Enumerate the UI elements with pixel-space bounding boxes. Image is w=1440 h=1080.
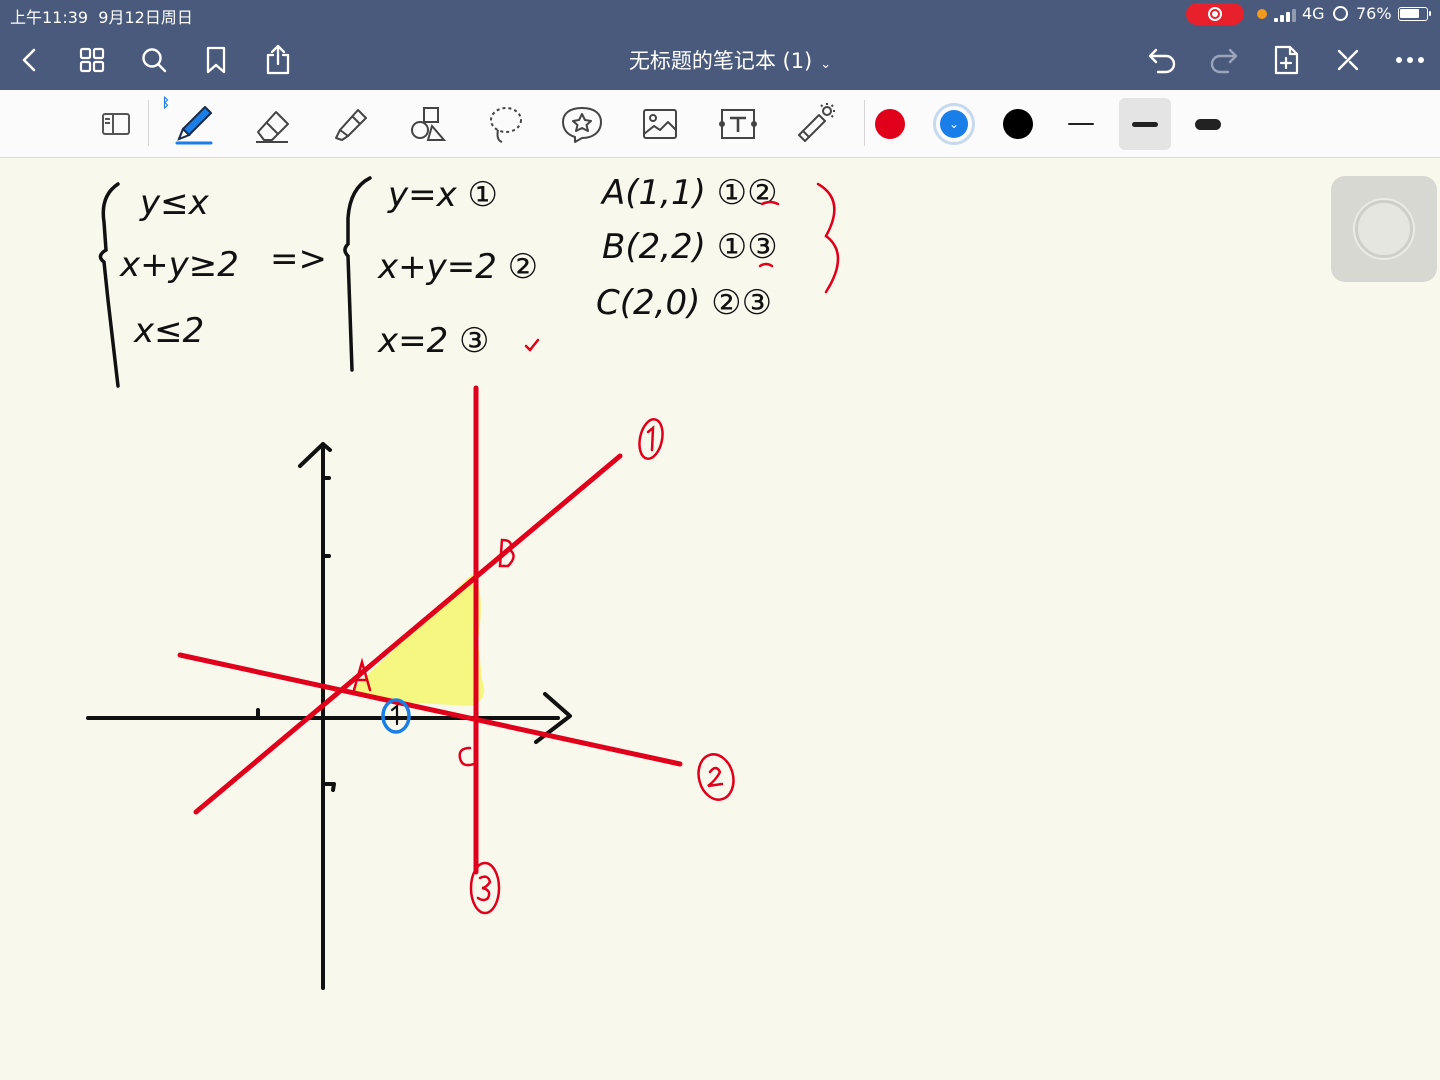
point-b: B(2,2) ①③ <box>602 227 778 267</box>
line-1-y-equals-x <box>193 453 623 815</box>
assistive-touch-button[interactable] <box>1331 176 1437 282</box>
left-brace <box>98 182 120 388</box>
sticker-icon[interactable] <box>556 98 608 150</box>
shapes-icon[interactable] <box>402 98 454 150</box>
close-toolbar-icon[interactable] <box>1330 42 1366 78</box>
chevron-down-icon: ⌄ <box>820 57 832 72</box>
top-nav-bar: 无标题的笔记本 (1) ⌄ <box>0 28 1440 90</box>
undo-icon[interactable] <box>1144 42 1180 78</box>
bookmark-icon[interactable] <box>198 42 234 78</box>
battery-percent: 76% <box>1356 4 1392 23</box>
status-bar: 上午11:39 9月12日周日 4G 76% <box>0 0 1440 28</box>
read-mode-icon[interactable] <box>90 98 142 150</box>
implies-arrow: => <box>270 239 327 279</box>
orientation-lock-icon <box>1333 6 1348 21</box>
right-brace <box>343 176 372 372</box>
search-icon[interactable] <box>136 42 172 78</box>
eq-3: x=2 ③ <box>377 321 490 361</box>
redo-icon[interactable] <box>1206 42 1242 78</box>
network-type: 4G <box>1302 4 1325 23</box>
eraser-icon[interactable] <box>246 98 298 150</box>
chevron-down-icon: ⌄ <box>940 110 968 138</box>
laser-pointer-icon[interactable] <box>790 98 842 150</box>
text-icon[interactable] <box>712 98 764 150</box>
lasso-icon[interactable] <box>480 98 532 150</box>
status-time-date: 上午11:39 9月12日周日 <box>10 8 193 27</box>
eq-2: x+y=2 ② <box>377 247 538 287</box>
ineq-1: y≤x <box>139 183 210 223</box>
record-icon <box>1208 7 1222 21</box>
pen-icon[interactable] <box>168 98 220 150</box>
drawing-toolbar: ᛒ ⌄ <box>0 90 1440 158</box>
cellular-signal-icon <box>1274 8 1296 22</box>
screen-record-indicator[interactable] <box>1186 3 1244 25</box>
add-page-icon[interactable] <box>1268 42 1304 78</box>
feasible-region-highlight <box>352 574 485 706</box>
battery-icon <box>1398 7 1431 21</box>
stroke-width-thick[interactable] <box>1182 98 1234 150</box>
notebook-title[interactable]: 无标题的笔记本 (1) ⌄ <box>600 45 860 75</box>
ineq-3: x≤2 <box>133 311 204 351</box>
color-black[interactable] <box>992 98 1044 150</box>
grid-icon[interactable] <box>74 42 110 78</box>
highlighter-icon[interactable] <box>324 98 376 150</box>
stroke-width-medium[interactable] <box>1119 98 1171 150</box>
share-icon[interactable] <box>260 42 296 78</box>
point-c: C(2,0) ②③ <box>596 283 772 323</box>
note-canvas[interactable]: y≤x x+y≥2 x≤2 => y=x ① x+y=2 ② x=2 ③ A(1… <box>0 158 1440 1080</box>
point-a: A(1,1) ①② <box>600 173 778 213</box>
more-icon[interactable] <box>1392 42 1428 78</box>
ineq-2: x+y≥2 <box>119 245 239 285</box>
handwriting-layer: y≤x x+y≥2 x≤2 => y=x ① x+y=2 ② x=2 ③ A(1… <box>86 173 840 990</box>
mic-in-use-dot <box>1257 9 1267 19</box>
color-blue[interactable]: ⌄ <box>928 98 980 150</box>
image-icon[interactable] <box>634 98 686 150</box>
back-icon[interactable] <box>12 42 48 78</box>
color-red[interactable] <box>864 98 916 150</box>
eq-1: y=x ① <box>387 175 498 215</box>
stroke-width-thin[interactable] <box>1055 98 1107 150</box>
